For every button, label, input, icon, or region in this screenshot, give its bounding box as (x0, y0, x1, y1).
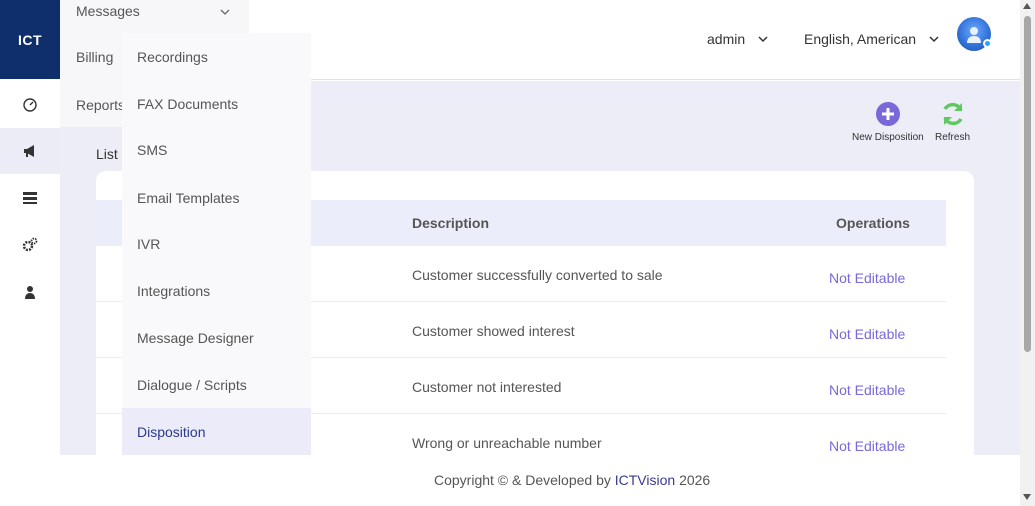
messages-submenu: Recordings FAX Documents SMS Email Templ… (122, 33, 311, 455)
scroll-down-arrow-icon[interactable] (1023, 494, 1031, 500)
sidebar-lists[interactable] (0, 175, 60, 221)
chevron-down-icon (929, 36, 939, 43)
chevron-down-icon (758, 36, 768, 43)
megaphone-icon (24, 145, 34, 157)
copyright-prefix: Copyright © & Developed by (434, 472, 615, 488)
menu-item-reports[interactable]: Reports (76, 97, 125, 113)
refresh-icon (942, 102, 963, 126)
description-cell: Customer not interested (412, 379, 562, 395)
description-cell: Customer showed interest (412, 323, 575, 339)
submenu-item-ivr[interactable]: IVR (122, 220, 311, 267)
new-disposition-label: New Disposition (852, 132, 924, 143)
copyright-text: Copyright © & Developed by ICTVision 202… (434, 472, 710, 488)
footer: Copyright © & Developed by ICTVision 202… (0, 455, 1020, 506)
operation-cell[interactable]: Not Editable (829, 382, 905, 398)
avatar[interactable] (957, 17, 992, 51)
left-icon-sidebar: ICT (0, 0, 60, 455)
page-scrollbar[interactable] (1020, 0, 1035, 506)
sidebar-campaigns[interactable] (0, 128, 60, 174)
sidebar-dashboard[interactable] (0, 81, 60, 127)
column-header-operations[interactable]: Operations (836, 215, 910, 231)
refresh-label: Refresh (935, 132, 971, 143)
scroll-up-arrow-icon[interactable] (1023, 3, 1031, 9)
sidebar-users[interactable] (0, 269, 60, 315)
column-header-description[interactable]: Description (412, 215, 489, 231)
plus-circle-icon (875, 102, 900, 126)
submenu-item-sms[interactable]: SMS (122, 126, 311, 173)
menu-item-billing[interactable]: Billing (76, 49, 113, 65)
operation-cell[interactable]: Not Editable (829, 270, 905, 286)
online-status-dot (983, 39, 992, 48)
operation-cell[interactable]: Not Editable (829, 326, 905, 342)
list-icon (23, 192, 37, 204)
list-heading: List (96, 146, 118, 162)
dashboard-icon (23, 98, 37, 112)
settings-icon (22, 237, 38, 252)
submenu-item-integrations[interactable]: Integrations (122, 267, 311, 314)
sidebar-settings[interactable] (0, 222, 60, 268)
language-label: English, American (804, 31, 917, 47)
language-dropdown[interactable]: English, American (804, 31, 940, 47)
submenu-item-recordings[interactable]: Recordings (122, 33, 311, 80)
submenu-item-dialogue-scripts[interactable]: Dialogue / Scripts (122, 361, 311, 408)
copyright-year: 2026 (675, 472, 711, 488)
operation-cell[interactable]: Not Editable (829, 438, 905, 454)
description-cell: Customer successfully converted to sale (412, 267, 663, 283)
user-dropdown[interactable]: admin (707, 31, 769, 47)
description-cell: Wrong or unreachable number (412, 435, 602, 451)
brand-link[interactable]: ICTVision (615, 472, 675, 488)
chevron-down-icon (220, 9, 230, 15)
submenu-item-fax-documents[interactable]: FAX Documents (122, 80, 311, 127)
menu-item-messages[interactable]: Messages (76, 3, 140, 19)
submenu-item-email-templates[interactable]: Email Templates (122, 174, 311, 221)
app-logo[interactable]: ICT (0, 0, 60, 79)
refresh-button[interactable]: Refresh (935, 101, 970, 143)
user-avatar-icon (967, 27, 981, 43)
new-disposition-button[interactable]: New Disposition (852, 101, 924, 143)
user-name: admin (707, 31, 746, 47)
scrollbar-thumb[interactable] (1024, 16, 1031, 352)
submenu-item-disposition[interactable]: Disposition (122, 408, 311, 455)
user-icon (25, 286, 35, 299)
submenu-item-message-designer[interactable]: Message Designer (122, 314, 311, 361)
